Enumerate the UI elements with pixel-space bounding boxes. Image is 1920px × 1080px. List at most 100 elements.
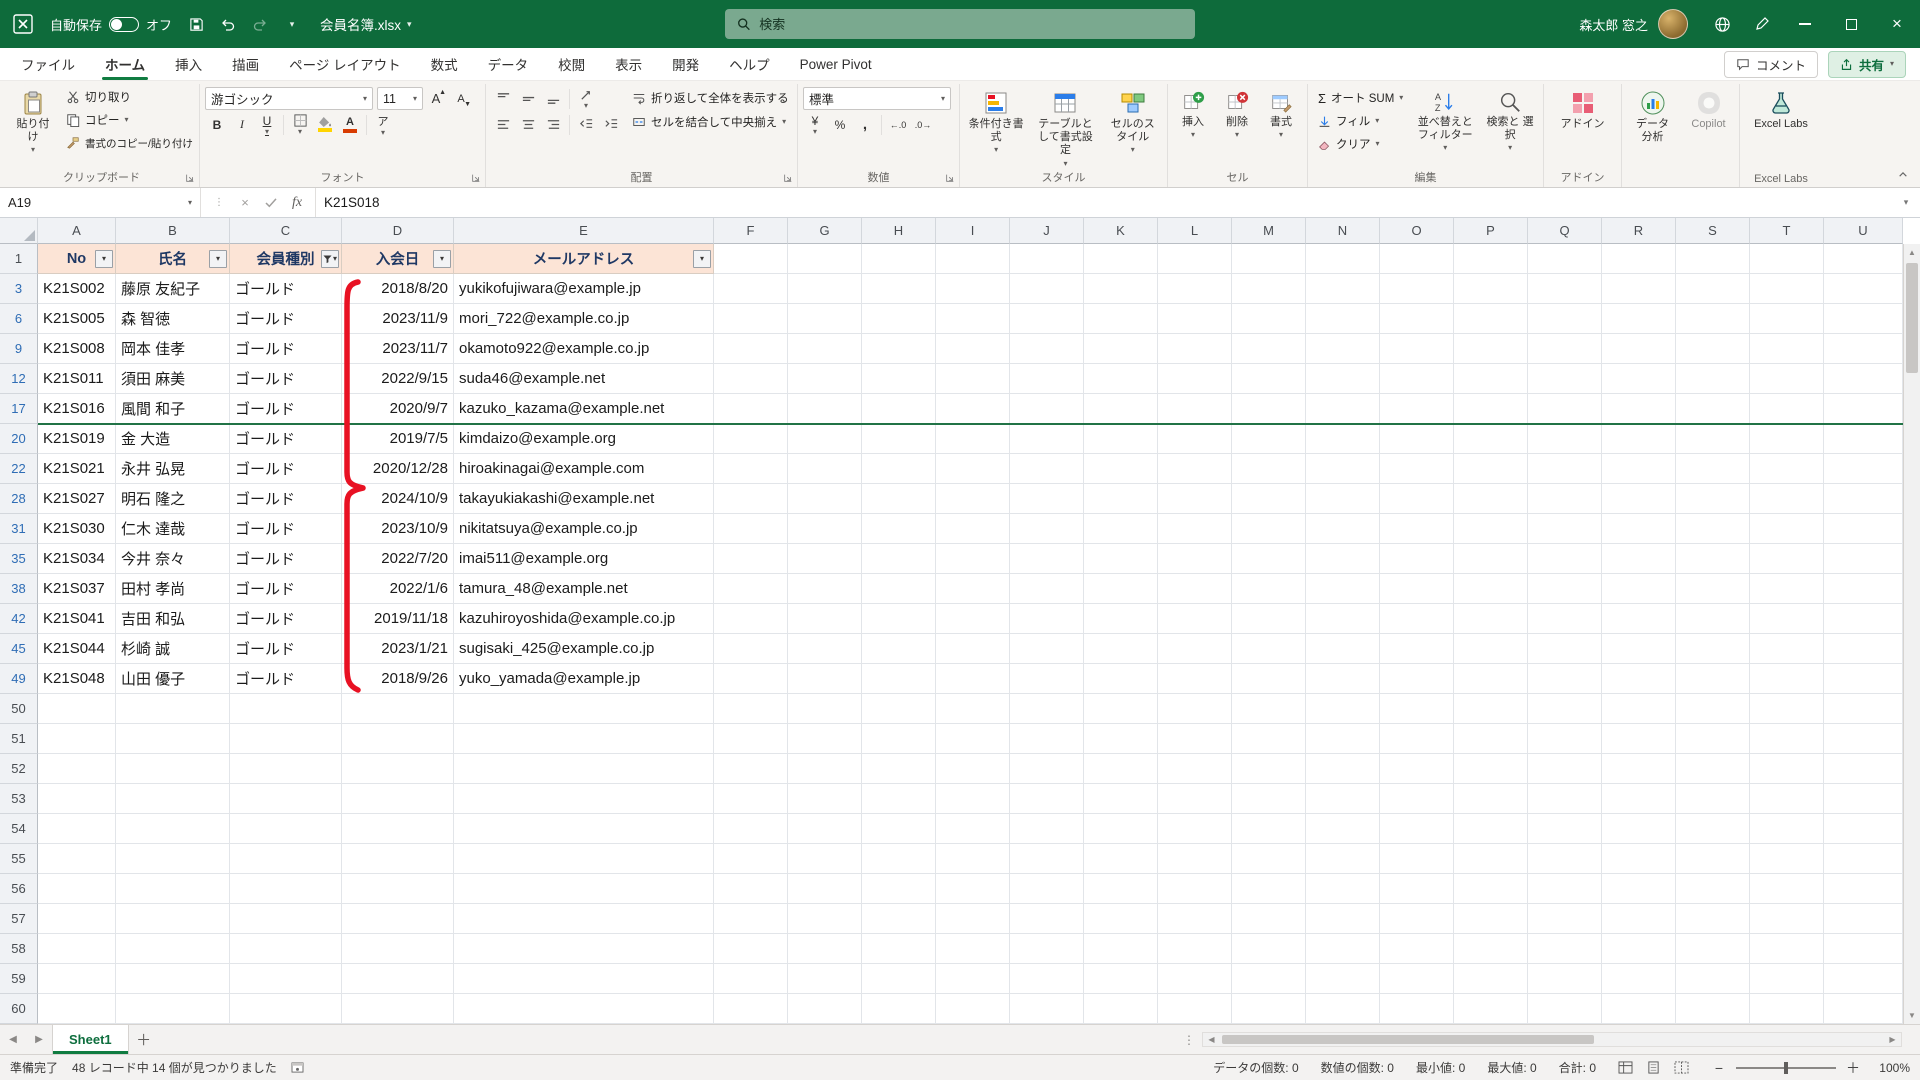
- cell[interactable]: [1528, 634, 1602, 664]
- cell-no[interactable]: K21S002: [38, 274, 116, 304]
- cell[interactable]: [1454, 244, 1528, 274]
- cell[interactable]: [1010, 724, 1084, 754]
- cell[interactable]: [1306, 634, 1380, 664]
- page-break-view-button[interactable]: [1670, 1058, 1692, 1078]
- cell[interactable]: [1010, 874, 1084, 904]
- cell[interactable]: [1158, 754, 1232, 784]
- cell[interactable]: [1824, 904, 1903, 934]
- cell[interactable]: [1824, 844, 1903, 874]
- cell[interactable]: [1454, 934, 1528, 964]
- cell[interactable]: [230, 724, 342, 754]
- cell-styles-button[interactable]: セルのスタイル ▾: [1104, 86, 1162, 156]
- cell[interactable]: [1084, 514, 1158, 544]
- undo-button[interactable]: [214, 9, 242, 39]
- cell[interactable]: [714, 394, 788, 424]
- cell[interactable]: [1528, 484, 1602, 514]
- cell[interactable]: [38, 964, 116, 994]
- cell[interactable]: [1380, 724, 1454, 754]
- cell-email[interactable]: imai511@example.org: [454, 544, 714, 574]
- cell[interactable]: [1158, 994, 1232, 1024]
- cell[interactable]: [454, 694, 714, 724]
- grid[interactable]: 1 No ▾ 氏名 ▾ 会員種別 ▾ 入会日 ▾ メールアドレス ▾ 3 K21S002 藤原 友紀子 ゴー…: [0, 244, 1903, 1024]
- scroll-left-arrow[interactable]: ◀: [1203, 1031, 1220, 1048]
- cell[interactable]: [38, 724, 116, 754]
- cell[interactable]: [1010, 904, 1084, 934]
- cell[interactable]: [1232, 454, 1306, 484]
- cell[interactable]: [1676, 604, 1750, 634]
- cell[interactable]: [1232, 334, 1306, 364]
- cell[interactable]: [1824, 694, 1903, 724]
- cell[interactable]: [862, 484, 936, 514]
- cell[interactable]: [788, 664, 862, 694]
- cell[interactable]: [1676, 454, 1750, 484]
- cell[interactable]: [342, 694, 454, 724]
- cell[interactable]: [1232, 784, 1306, 814]
- cell[interactable]: [38, 934, 116, 964]
- cell[interactable]: [1528, 694, 1602, 724]
- cell[interactable]: [1454, 364, 1528, 394]
- cell-name[interactable]: 岡本 佳孝: [116, 334, 230, 364]
- cell[interactable]: [1158, 364, 1232, 394]
- cell[interactable]: [936, 724, 1010, 754]
- cell[interactable]: [1528, 964, 1602, 994]
- header-cell-1[interactable]: 氏名 ▾: [116, 244, 230, 274]
- cell[interactable]: [1232, 874, 1306, 904]
- cell[interactable]: [1750, 694, 1824, 724]
- align-left-button[interactable]: [491, 113, 515, 136]
- cell[interactable]: [1380, 814, 1454, 844]
- cell[interactable]: [1602, 364, 1676, 394]
- cell[interactable]: [788, 784, 862, 814]
- cell[interactable]: [1010, 604, 1084, 634]
- cell[interactable]: [862, 424, 936, 454]
- cell[interactable]: [1380, 964, 1454, 994]
- column-header-N[interactable]: N: [1306, 218, 1380, 244]
- cell[interactable]: [1676, 934, 1750, 964]
- cell[interactable]: [1010, 754, 1084, 784]
- cell-name[interactable]: 仁木 達哉: [116, 514, 230, 544]
- cell[interactable]: [1528, 604, 1602, 634]
- cell[interactable]: [1676, 724, 1750, 754]
- cell-name[interactable]: 風間 和子: [116, 394, 230, 424]
- cell[interactable]: [1158, 694, 1232, 724]
- align-middle-button[interactable]: [516, 87, 540, 110]
- cell[interactable]: [1824, 334, 1903, 364]
- ribbon-tab-9[interactable]: 開発: [657, 48, 714, 80]
- cell[interactable]: [788, 364, 862, 394]
- cell[interactable]: [1676, 964, 1750, 994]
- cell[interactable]: [1306, 304, 1380, 334]
- cell[interactable]: [1084, 874, 1158, 904]
- cell[interactable]: [1158, 334, 1232, 364]
- bold-button[interactable]: B: [205, 113, 229, 136]
- cell[interactable]: [1232, 934, 1306, 964]
- cell[interactable]: [1602, 394, 1676, 424]
- cell[interactable]: [936, 604, 1010, 634]
- expand-formula-bar-button[interactable]: ▾: [1892, 188, 1920, 217]
- cell[interactable]: [342, 964, 454, 994]
- paste-button[interactable]: 貼り付け ▾: [9, 86, 57, 156]
- cell[interactable]: [1750, 994, 1824, 1024]
- cell[interactable]: [1232, 364, 1306, 394]
- cell[interactable]: [1232, 304, 1306, 334]
- cell[interactable]: [1010, 664, 1084, 694]
- cell[interactable]: [1380, 484, 1454, 514]
- cell-no[interactable]: K21S034: [38, 544, 116, 574]
- scroll-up-arrow[interactable]: ▲: [1904, 244, 1920, 261]
- cell[interactable]: [1306, 964, 1380, 994]
- excel-labs-button[interactable]: Excel Labs: [1751, 86, 1811, 133]
- increase-indent-button[interactable]: [599, 113, 623, 136]
- cell[interactable]: [1084, 304, 1158, 334]
- cell[interactable]: [1010, 274, 1084, 304]
- cell[interactable]: [230, 874, 342, 904]
- cell[interactable]: [230, 994, 342, 1024]
- cell[interactable]: [1824, 304, 1903, 334]
- cell[interactable]: [1454, 964, 1528, 994]
- cell[interactable]: [1602, 514, 1676, 544]
- cell[interactable]: [714, 364, 788, 394]
- align-right-button[interactable]: [541, 113, 565, 136]
- cell[interactable]: [230, 904, 342, 934]
- cell[interactable]: [1158, 784, 1232, 814]
- cell[interactable]: [862, 964, 936, 994]
- cell[interactable]: [1084, 964, 1158, 994]
- cell[interactable]: [1676, 334, 1750, 364]
- cell[interactable]: [1158, 274, 1232, 304]
